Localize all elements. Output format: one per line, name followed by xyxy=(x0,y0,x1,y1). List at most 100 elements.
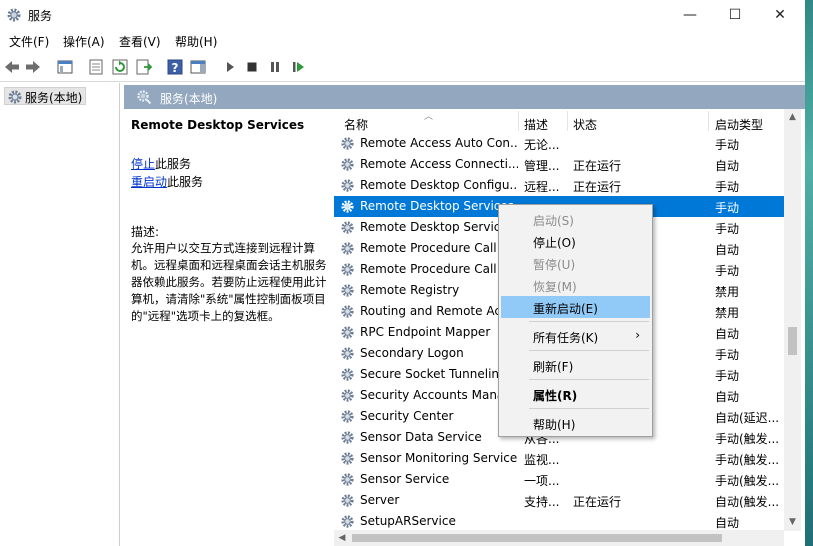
console-tree: 服务(本地) xyxy=(0,83,120,546)
restart-service-icon[interactable] xyxy=(289,58,307,76)
pause-service-icon[interactable] xyxy=(266,58,284,76)
menu-item-pause[interactable]: 暂停(U) xyxy=(501,252,650,274)
service-name: Security Accounts Mana xyxy=(360,388,505,402)
minimize-button[interactable]: — xyxy=(667,0,713,30)
tree-node-services-local[interactable]: 服务(本地) xyxy=(4,87,87,105)
service-name: Remote Registry xyxy=(360,283,460,297)
column-header-status[interactable]: 状态 xyxy=(573,116,597,133)
menu-item-start[interactable]: 启动(S) xyxy=(501,208,650,230)
menu-help[interactable]: 帮助(H) xyxy=(175,33,217,50)
sort-arrow-icon: ︿ xyxy=(424,112,434,122)
service-startup-type: 自动 xyxy=(715,327,740,341)
search-gear-icon xyxy=(137,90,152,105)
scroll-left-arrow-icon[interactable]: ◀ xyxy=(334,530,350,546)
service-name: Sensor Monitoring Service xyxy=(360,451,518,465)
pane-header: 服务(本地) xyxy=(124,85,805,109)
horizontal-scrollbar[interactable]: ◀ xyxy=(334,530,784,546)
service-startup-type: 手动 xyxy=(715,348,740,362)
service-startup-type: 禁用 xyxy=(715,285,740,299)
service-row[interactable]: Remote Desktop Configu... 远程... 正在运行 手动 xyxy=(334,175,784,196)
maximize-button[interactable]: ☐ xyxy=(712,0,758,30)
service-startup-type: 自动 xyxy=(715,390,740,404)
show-hide-action-pane-icon[interactable] xyxy=(189,58,207,76)
stop-service-suffix: 此服务 xyxy=(155,157,192,171)
service-row[interactable]: Remote Access Auto Con... 无论... 手动 xyxy=(334,133,784,154)
export-list-icon[interactable] xyxy=(135,58,153,76)
forward-arrow-icon[interactable] xyxy=(24,58,42,76)
menu-item-restart[interactable]: 重新启动(E) xyxy=(501,296,650,318)
column-separator[interactable] xyxy=(518,111,519,131)
refresh-icon[interactable] xyxy=(111,58,129,76)
column-separator[interactable] xyxy=(708,111,709,131)
menu-divider xyxy=(529,408,649,409)
service-startup-type: 手动(触发... xyxy=(715,453,780,467)
menu-action[interactable]: 操作(A) xyxy=(63,33,105,50)
service-row[interactable]: Remote Access Connecti... 管理... 正在运行 自动 xyxy=(334,154,784,175)
service-startup-type: 自动 xyxy=(715,516,740,530)
service-gear-icon xyxy=(341,200,354,213)
menu-divider xyxy=(529,321,649,322)
horizontal-scroll-thumb[interactable] xyxy=(352,534,722,542)
restart-service-suffix: 此服务 xyxy=(167,175,204,189)
service-name: Remote Procedure Call xyxy=(360,262,497,276)
service-description: 管理... xyxy=(524,159,560,173)
service-gear-icon xyxy=(341,221,354,234)
selected-service-name: Remote Desktop Services xyxy=(131,118,305,132)
menu-item-help[interactable]: 帮助(H) xyxy=(501,412,650,434)
service-row[interactable]: Sensor Service 一项... 手动(触发... xyxy=(334,469,784,490)
menu-item-properties[interactable]: 属性(R) xyxy=(501,383,650,405)
service-startup-type: 手动 xyxy=(715,369,740,383)
service-name: Routing and Remote Ac xyxy=(360,304,501,318)
stop-service-link[interactable]: 停止 xyxy=(131,157,155,171)
close-button[interactable]: ✕ xyxy=(757,0,803,30)
column-header-description[interactable]: 描述 xyxy=(524,116,548,133)
menu-bar: 文件(F) 操作(A) 查看(V) 帮助(H) xyxy=(0,30,805,52)
menu-divider xyxy=(529,379,649,380)
description-text: 允许用户以交互方式连接到远程计算机。远程桌面和远程桌面会话主机服务器依赖此服务。… xyxy=(131,241,327,323)
description-panel: Remote Desktop Services 停止此服务 重启动此服务 描述:… xyxy=(124,109,330,546)
start-service-icon[interactable] xyxy=(221,58,239,76)
menu-item-resume[interactable]: 恢复(M) xyxy=(501,274,650,296)
service-gear-icon xyxy=(341,347,354,360)
context-menu: 启动(S) 停止(O) 暂停(U) 恢复(M) 重新启动(E) 所有任务(K) ›… xyxy=(498,204,653,437)
service-startup-type: 手动 xyxy=(715,138,740,152)
menu-item-all-tasks[interactable]: 所有任务(K) › xyxy=(501,325,650,347)
service-gear-icon xyxy=(341,389,354,402)
service-gear-icon xyxy=(341,431,354,444)
back-arrow-icon[interactable] xyxy=(3,58,21,76)
service-name: Remote Access Connecti... xyxy=(360,157,518,171)
stop-service-icon[interactable] xyxy=(243,58,261,76)
service-name: RPC Endpoint Mapper xyxy=(360,325,491,339)
service-row[interactable]: Server 支持... 正在运行 自动(触发... xyxy=(334,490,784,511)
vertical-scroll-thumb[interactable] xyxy=(788,327,797,355)
service-description: 监视... xyxy=(524,453,560,467)
menu-view[interactable]: 查看(V) xyxy=(119,33,161,50)
desktop-background-strip xyxy=(805,0,813,546)
service-status: 正在运行 xyxy=(573,495,622,509)
column-header-startup-type[interactable]: 启动类型 xyxy=(715,116,763,133)
service-row[interactable]: SetupARService 自动 xyxy=(334,511,784,532)
service-gear-icon xyxy=(341,284,354,297)
show-hide-console-tree-icon[interactable] xyxy=(56,58,74,76)
service-gear-icon xyxy=(341,494,354,507)
menu-file[interactable]: 文件(F) xyxy=(9,33,49,50)
service-name: Sensor Service xyxy=(360,472,450,486)
scroll-down-arrow-icon[interactable]: ▼ xyxy=(784,514,801,531)
service-gear-icon xyxy=(341,452,354,465)
restart-service-link[interactable]: 重启动 xyxy=(131,175,167,189)
scroll-up-arrow-icon[interactable]: ▲ xyxy=(784,109,801,126)
column-separator[interactable] xyxy=(567,111,568,131)
menu-item-stop[interactable]: 停止(O) xyxy=(501,230,650,252)
vertical-scrollbar[interactable]: ▲ ▼ xyxy=(784,109,801,531)
service-row[interactable]: Sensor Monitoring Service 监视... 手动(触发... xyxy=(334,448,784,469)
column-header-name[interactable]: 名称 xyxy=(344,116,368,133)
toolbar: ? xyxy=(0,52,805,82)
help-icon[interactable]: ? xyxy=(166,58,184,76)
service-name: Security Center xyxy=(360,409,454,423)
menu-item-refresh[interactable]: 刷新(F) xyxy=(501,354,650,376)
properties-sheet-icon[interactable] xyxy=(87,58,105,76)
pane-header-label: 服务(本地) xyxy=(160,92,218,106)
service-status: 正在运行 xyxy=(573,159,622,173)
service-startup-type: 手动(触发... xyxy=(715,432,780,446)
service-startup-type: 自动(触发... xyxy=(715,495,780,509)
